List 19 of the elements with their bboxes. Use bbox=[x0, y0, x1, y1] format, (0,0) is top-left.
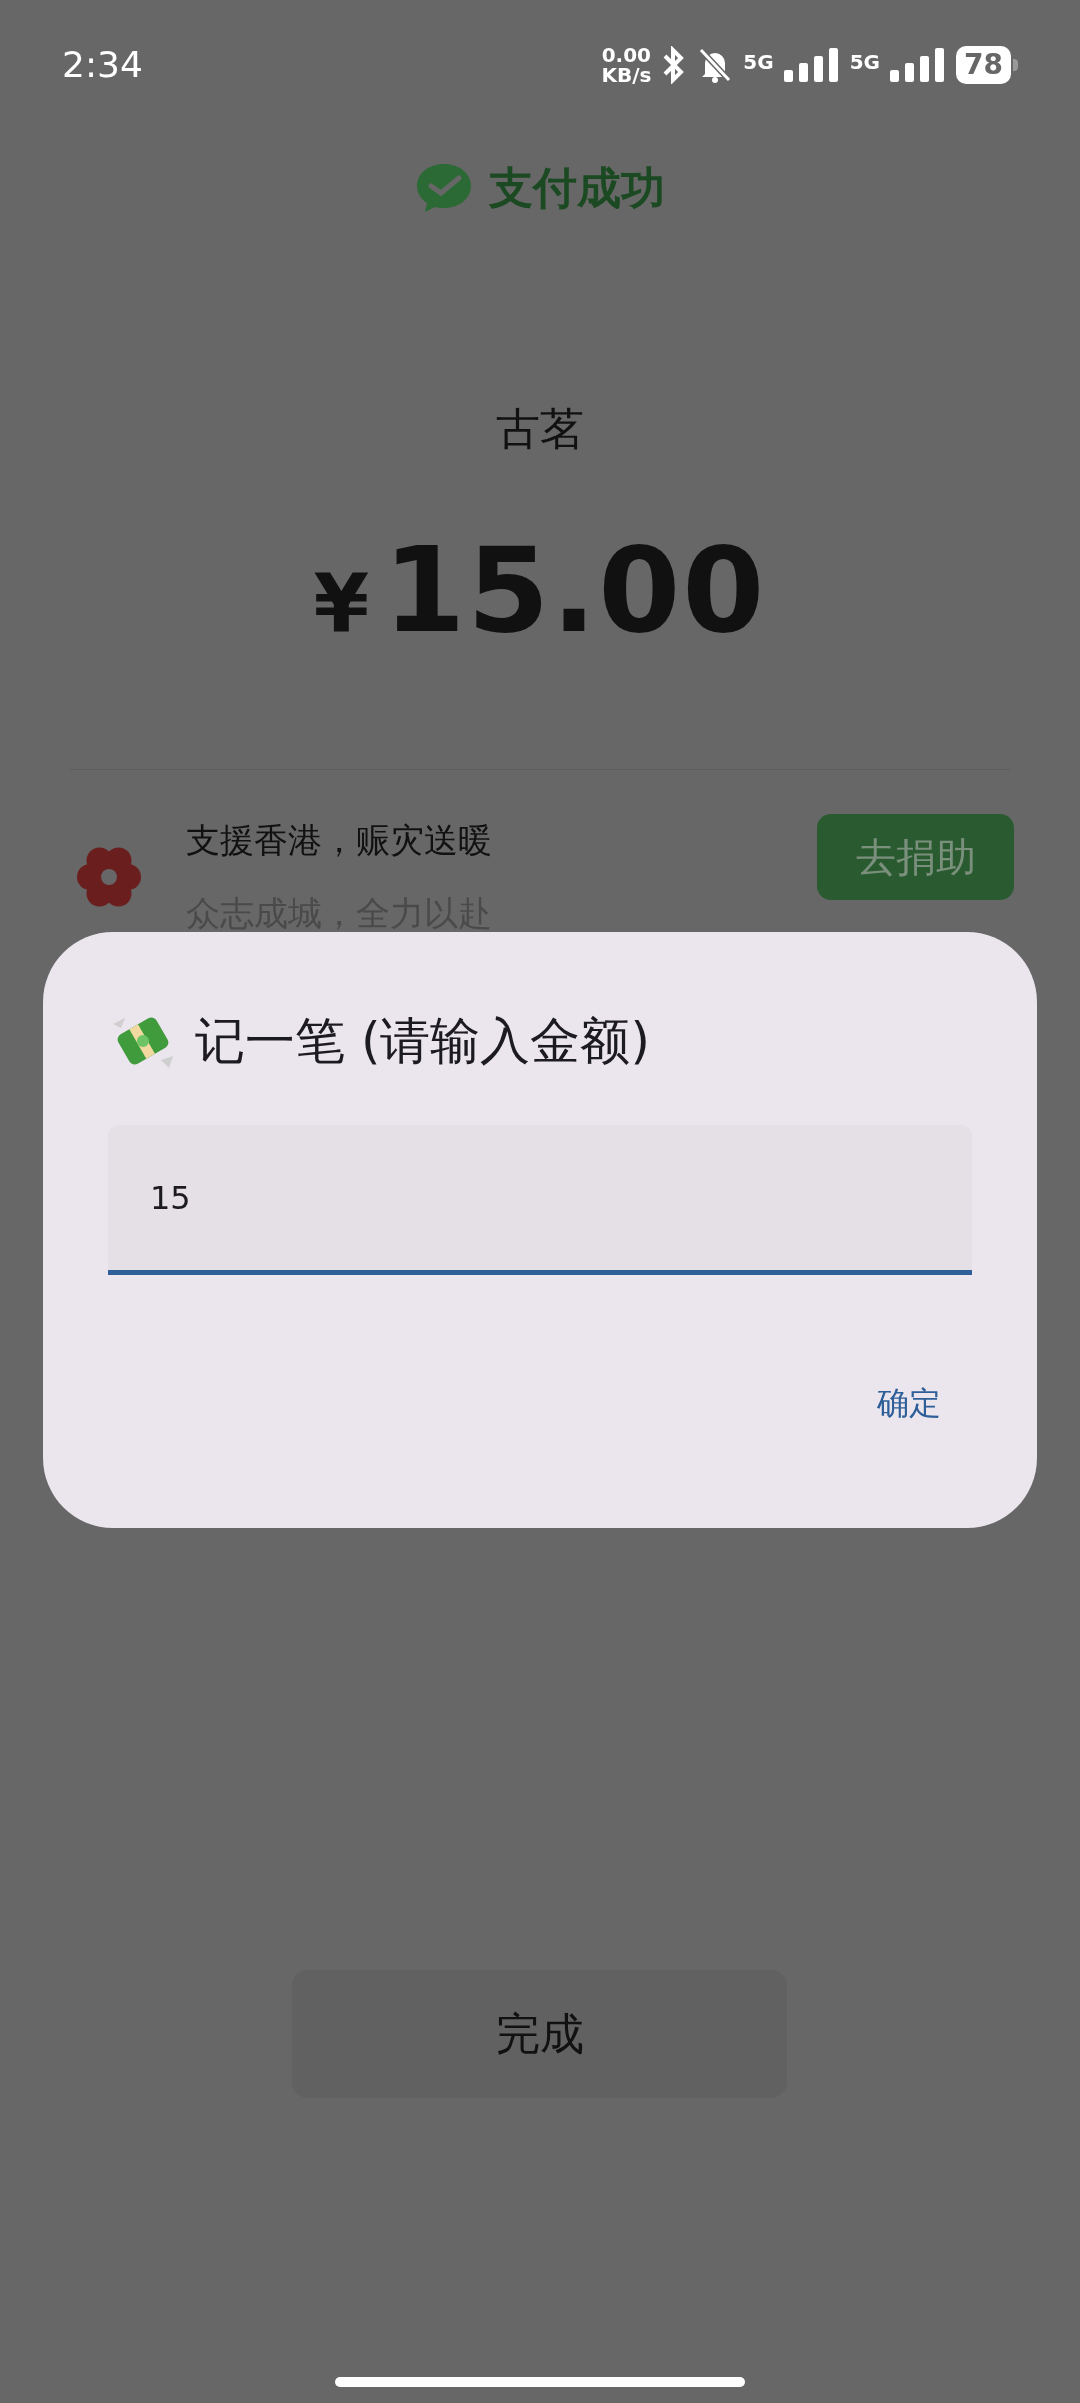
promo-title: 支援香港，赈灾送暖 bbox=[186, 819, 492, 862]
network-type: 5G bbox=[743, 49, 774, 76]
amount-input-field[interactable]: 15 bbox=[108, 1125, 972, 1275]
chat-check-icon bbox=[415, 162, 473, 214]
network-speed-value: 0.00 bbox=[601, 45, 652, 65]
dialog-title: 记一笔 (请输入金额) bbox=[195, 1011, 650, 1072]
network-type: 5G bbox=[849, 49, 881, 76]
merchant-name: 古茗 bbox=[496, 402, 584, 456]
done-button[interactable]: 完成 bbox=[292, 1970, 787, 2098]
network-speed-unit: KB/s bbox=[601, 65, 652, 85]
battery-tip-icon bbox=[1013, 59, 1018, 71]
payment-status-title: 支付成功 bbox=[489, 161, 665, 215]
currency-symbol: ¥ bbox=[313, 556, 370, 652]
signal-icon bbox=[890, 48, 947, 82]
payment-amount: 15.00 bbox=[383, 520, 767, 661]
battery-level: 78 bbox=[956, 46, 1011, 84]
clock: 2:34 bbox=[62, 43, 143, 87]
confirm-button[interactable]: 确定 bbox=[847, 1361, 971, 1445]
signal-icon bbox=[783, 48, 840, 82]
